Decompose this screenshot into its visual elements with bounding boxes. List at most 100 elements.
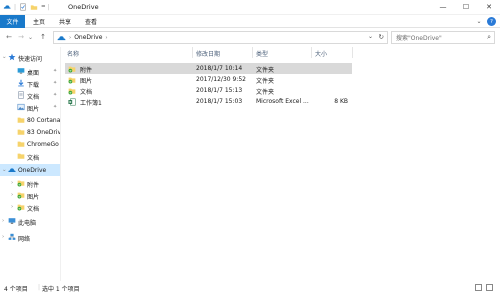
tab-file[interactable]: 文件 (0, 15, 25, 28)
details-view-button[interactable] (475, 284, 482, 291)
pin-icon: ✦ (53, 68, 58, 74)
computer-icon (8, 217, 16, 225)
sidebar-item-label: 快速访问 (18, 56, 43, 63)
window-title: OneDrive (68, 3, 99, 11)
pin-icon: ✦ (53, 104, 58, 110)
tab-view[interactable]: 查看 (81, 15, 101, 28)
sidebar-item[interactable]: 80 Cortana (0, 114, 60, 126)
synced-folder-icon (68, 87, 76, 95)
sidebar-item[interactable]: › 附件 (0, 177, 60, 189)
file-row[interactable]: 文档 2018/1/7 15:13 文件夹 (65, 85, 352, 96)
pin-icon: ✦ (53, 80, 58, 86)
onedrive-icon (8, 166, 16, 174)
sidebar-item[interactable]: › 网络 (0, 231, 60, 243)
chevron-right-icon[interactable]: › (2, 234, 4, 240)
ribbon-collapse-button[interactable]: ⌄ (474, 15, 484, 28)
column-name[interactable]: 名称 (67, 49, 79, 58)
file-row[interactable]: 附件 2018/1/7 10:14 文件夹 (65, 63, 352, 74)
tab-home[interactable]: 主页 (29, 15, 49, 28)
close-button[interactable]: ✕ (478, 0, 500, 14)
folder-icon (17, 128, 25, 136)
sidebar-item[interactable]: 图片 ✦ (0, 101, 60, 113)
file-row[interactable]: 图片 2017/12/30 9:52 文件夹 (65, 74, 352, 85)
ribbon: 文件 主页 共享 查看 ⌄ ? (0, 15, 500, 28)
chevron-down-icon[interactable]: ⌄ (2, 54, 7, 60)
file-name: 图片 (80, 78, 93, 85)
up-button[interactable]: ↑ (38, 32, 48, 42)
sidebar-item-label: 下载 (27, 82, 40, 89)
breadcrumb-separator-icon[interactable]: › (69, 35, 71, 41)
synced-folder-icon (68, 65, 76, 73)
column-divider[interactable] (252, 47, 253, 58)
tab-share[interactable]: 共享 (55, 15, 75, 28)
sidebar-item-label: 文档 (27, 94, 40, 101)
file-row[interactable]: 工作簿1 2018/1/7 15:03 Microsoft Excel ... 8 K… (65, 96, 352, 107)
help-button[interactable]: ? (487, 17, 496, 26)
breadcrumb-onedrive[interactable]: OneDrive (74, 34, 102, 41)
sidebar-item[interactable]: 下载 ✦ (0, 77, 60, 89)
back-button[interactable]: ← (4, 32, 14, 42)
file-modified: 2017/12/30 9:52 (196, 76, 246, 83)
refresh-button[interactable]: ↻ (379, 33, 384, 41)
sidebar-item-label: OneDrive (18, 167, 47, 174)
file-modified: 2018/1/7 10:14 (196, 65, 243, 72)
column-divider[interactable] (311, 47, 312, 58)
file-list: 名称 修改日期 类型 大小 附件 2018/1/7 10:14 文件夹图片 2017/… (62, 47, 500, 281)
sidebar-item[interactable]: › 文档 (0, 201, 60, 213)
search-box[interactable]: 搜索"OneDrive" ⌕ (391, 31, 495, 44)
desktop-icon (17, 67, 25, 75)
forward-button[interactable]: → (16, 32, 26, 42)
navigation-pane: ⌄ 快速访问桌面 ✦ 下载 ✦ 文档 ✦ 图片 ✦ 80 Cortana 83 OneDrive Ch… (0, 47, 60, 281)
title-bar: | = | OneDrive — ☐ ✕ (0, 0, 500, 15)
chevron-right-icon[interactable]: › (11, 192, 13, 198)
minimize-button[interactable]: — (432, 0, 454, 14)
download-icon (17, 79, 25, 87)
pin-icon: ✦ (53, 92, 58, 98)
sidebar-item[interactable]: 文档 ✦ (0, 89, 60, 101)
column-size[interactable]: 大小 (315, 49, 327, 58)
excel-icon (68, 98, 76, 106)
column-divider[interactable] (192, 47, 193, 58)
sidebar-item-label: 83 OneDrive (27, 129, 60, 136)
folder-icon (17, 152, 25, 160)
sidebar-item[interactable]: › 图片 (0, 189, 60, 201)
sidebar-item-label: 网络 (18, 236, 31, 243)
column-type[interactable]: 类型 (256, 49, 268, 58)
folder-icon (17, 116, 25, 124)
recent-locations-button[interactable]: ⌄ (27, 32, 34, 42)
search-input[interactable]: 搜索"OneDrive" (396, 33, 442, 42)
sidebar-item[interactable]: ⌄ 快速访问 (0, 51, 60, 63)
synced-folder-icon (68, 76, 76, 84)
chevron-down-icon[interactable]: ⌄ (2, 167, 7, 173)
chevron-right-icon[interactable]: › (11, 180, 13, 186)
sidebar-item[interactable]: ChromeGo (0, 138, 60, 150)
quick-access-toolbar: | = | (3, 2, 50, 12)
file-size: 8 KB (334, 98, 348, 105)
search-icon[interactable]: ⌕ (487, 33, 491, 42)
onedrive-icon (57, 36, 66, 41)
chevron-right-icon[interactable]: › (11, 204, 13, 210)
properties-icon[interactable] (19, 3, 27, 11)
status-divider: | (38, 284, 41, 291)
documents-icon (17, 91, 25, 99)
pictures-icon (17, 103, 25, 111)
column-modified[interactable]: 修改日期 (196, 49, 220, 58)
status-bar: 4 个项目 | 选中 1 个项目 (0, 281, 500, 294)
sidebar-item[interactable]: 83 OneDrive (0, 126, 60, 138)
sidebar-item[interactable]: › 此电脑 (0, 215, 60, 227)
file-type: 文件夹 (256, 89, 275, 96)
large-icons-view-button[interactable] (486, 284, 493, 291)
new-folder-icon[interactable] (30, 3, 38, 11)
pane-divider (60, 47, 61, 281)
sidebar-item[interactable]: ⌄ OneDrive (0, 164, 60, 176)
chevron-right-icon[interactable]: › (2, 218, 4, 224)
network-icon (8, 233, 16, 241)
address-dropdown-button[interactable]: ⌄ (368, 33, 373, 40)
file-modified: 2018/1/7 15:13 (196, 87, 243, 94)
column-divider[interactable] (352, 47, 353, 58)
sidebar-item[interactable]: 文档 (0, 150, 60, 162)
sidebar-item[interactable]: 桌面 ✦ (0, 65, 60, 77)
maximize-button[interactable]: ☐ (455, 0, 477, 14)
breadcrumb-separator-icon[interactable]: › (105, 35, 107, 41)
address-bar[interactable]: › OneDrive › ⌄ ↻ (53, 31, 388, 44)
